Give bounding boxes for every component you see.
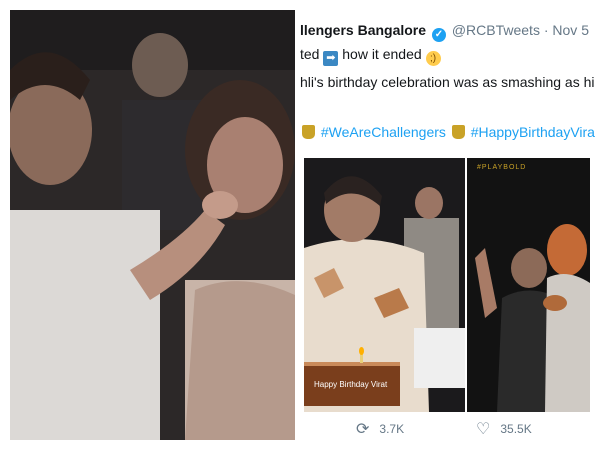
heart-outline-icon[interactable]: ♡	[476, 419, 490, 439]
left-photo	[10, 10, 295, 440]
retweet-action[interactable]: ⟳ 3.7K	[356, 416, 404, 442]
candle	[360, 354, 363, 363]
couple-photo-illustration	[10, 10, 295, 440]
tweet-text-end: how it ended	[342, 46, 422, 62]
trophy-emoji-icon	[302, 125, 315, 139]
trophy-emoji-icon	[451, 125, 465, 139]
verified-badge-icon: ✓	[431, 28, 446, 42]
retweet-icon[interactable]: ⟳	[356, 419, 369, 439]
cake-face-photo-illustration	[467, 158, 590, 412]
tweet-actions: ⟳ 3.7K ♡ 35.5K	[300, 416, 595, 442]
tweet-text-line-1: ted ➡ how it ended ;)	[300, 46, 441, 66]
tweet-header: llengers Bangalore ✓ @RCBTweets · Nov 5	[300, 22, 589, 42]
like-count: 35.5K	[500, 422, 532, 436]
author-name[interactable]: llengers Bangalore	[300, 22, 426, 38]
tweet-media[interactable]: Happy Birthday Virat #PLAYBOLD	[304, 158, 590, 412]
tweet-image-cake[interactable]: Happy Birthday Virat	[304, 158, 465, 412]
like-action[interactable]: ♡ 35.5K	[476, 416, 532, 442]
winking-face-emoji-icon: ;)	[425, 51, 441, 66]
tweet-hashtags: #WeAreChallengers #HappyBirthdayViratK	[300, 124, 595, 140]
right-arrow-emoji-icon: ➡	[323, 51, 339, 66]
author-handle[interactable]: @RCBTweets	[452, 22, 540, 38]
tweet-card: llengers Bangalore ✓ @RCBTweets · Nov 5 …	[300, 8, 595, 442]
tweet-text-line-2: hli's birthday celebration was as smashi…	[300, 74, 595, 90]
hashtag-happy-birthday[interactable]: #HappyBirthdayViratK	[471, 124, 595, 140]
hashtag-we-are-challengers[interactable]: #WeAreChallengers	[321, 124, 446, 140]
tweet-text-start: ted	[300, 46, 320, 62]
playbold-logo: #PLAYBOLD	[477, 164, 527, 171]
tweet-date[interactable]: Nov 5	[552, 22, 589, 38]
retweet-count: 3.7K	[379, 422, 405, 436]
tweet-image-cake-face[interactable]: #PLAYBOLD	[467, 158, 590, 412]
candle-flame	[359, 347, 364, 355]
cake-message: Happy Birthday Virat	[314, 380, 388, 389]
separator-dot: ·	[543, 22, 549, 38]
birthday-cake: Happy Birthday Virat	[304, 362, 400, 406]
